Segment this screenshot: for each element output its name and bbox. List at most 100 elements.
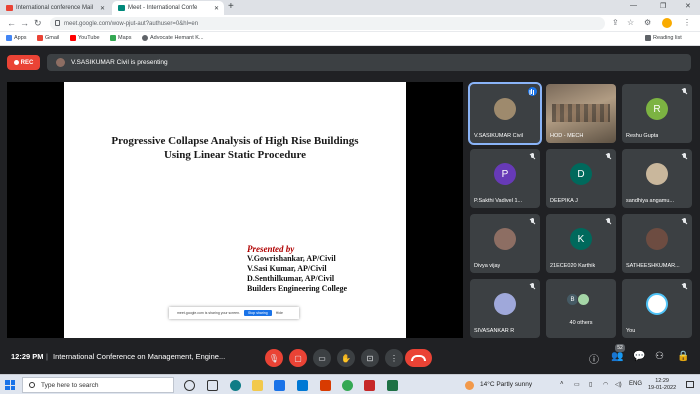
more-options-button[interactable]: ⋮ [385,349,403,367]
mic-off-icon [681,153,687,160]
presenter-line: V.Sasi Kumar, AP/Civil [247,264,327,273]
cortana-icon[interactable] [184,380,195,391]
battery-icon[interactable]: ▯ [589,381,592,388]
info-icon[interactable]: ⓘ [589,351,599,366]
presentation-slide: Progressive Collapse Analysis of High Ri… [64,82,406,338]
bookmark-advocate[interactable]: Advocate Hemant K... [142,35,204,41]
chat-icon[interactable]: 💬 [633,351,645,362]
new-tab-button[interactable]: + [228,1,234,12]
task-view-icon[interactable] [207,380,218,391]
reading-list[interactable]: Reading list [645,35,682,41]
tab-meet[interactable]: Meet - International Confe ✕ [112,1,224,15]
participant-tile[interactable]: K 21ECE020 Karthik [546,214,616,273]
camera-toggle-button[interactable]: ▢ [289,349,307,367]
presented-by-label: Presented by [247,244,295,254]
mcafee-icon[interactable] [364,380,375,391]
gmail-icon [37,35,43,41]
store-icon[interactable] [274,380,285,391]
gmail-icon [6,5,13,11]
mail-icon[interactable] [297,380,308,391]
bookmark-apps[interactable]: Apps [6,35,27,41]
participant-tile[interactable]: V.SASIKUMAR Civil [468,82,542,145]
bookmark-youtube[interactable]: YouTube [70,35,100,41]
bookmark-maps[interactable]: Maps [110,35,131,41]
close-icon[interactable]: ✕ [100,5,105,12]
stop-sharing-button[interactable]: Stop sharing [244,310,272,316]
excel-icon[interactable] [387,380,398,391]
participant-avatar [646,163,668,185]
presenter-line: D.Senthilkumar, AP/Civil [247,274,335,283]
network-icon[interactable]: ▭ [574,381,580,388]
participant-avatar: D [570,163,592,185]
mic-off-icon [681,88,687,95]
tab-label: International conference Mail [16,5,94,11]
participant-avatar [494,98,516,120]
slide-title: Progressive Collapse Analysis of High Ri… [111,135,359,161]
host-controls-icon[interactable]: 🔒 [677,351,689,362]
hide-button[interactable]: Hide [276,311,283,315]
participant-tile[interactable]: R Reshu Gupta [622,84,692,143]
meet-icon [118,5,125,11]
search-icon [29,382,35,388]
participant-tile[interactable]: HOD - MECH [546,84,616,143]
share-icon[interactable]: ⇪ [612,18,619,27]
wifi-icon[interactable]: ◠ [603,381,608,388]
minimize-icon[interactable]: — [630,2,637,9]
menu-icon[interactable]: ⋮ [683,18,691,27]
people-icon[interactable]: 👥 [611,351,623,362]
participant-tile[interactable]: SIVASANKAR R [470,279,540,338]
mic-off-icon [681,218,687,225]
youtube-icon [70,35,76,41]
participant-tile[interactable]: sandhiya angamu... [622,149,692,208]
participant-avatar: K [570,228,592,250]
meet-stage: REC V.SASIKUMAR Civil is presenting Prog… [0,47,700,371]
url-field[interactable]: meet.google.com/wow-pjut-aut?authuser=0&… [50,17,605,30]
taskbar-search-input[interactable]: Type here to search [22,377,174,393]
participant-avatar [494,228,516,250]
participant-tile[interactable]: P P.Sakthi Vadivel 1... [470,149,540,208]
participant-tile[interactable]: Divya vijay [470,214,540,273]
forward-icon[interactable]: → [20,18,29,28]
participant-tile[interactable]: D DEEPIKA J [546,149,616,208]
profile-avatar[interactable] [662,18,672,28]
bookmark-gmail[interactable]: Gmail [37,35,59,41]
language-indicator[interactable]: ENG [629,381,642,387]
restore-icon[interactable]: ❐ [660,2,666,10]
reading-list-icon [645,35,651,41]
extensions-icon[interactable]: ⚙ [644,18,651,27]
system-clock[interactable]: 12:29 19-01-2022 [648,378,676,392]
participant-tile[interactable]: SATHEESHKUMAR... [622,214,692,273]
presenter-line: V.Gowrishankar, AP/Civil [247,254,336,263]
address-bar: ← → ↻ meet.google.com/wow-pjut-aut?authu… [0,15,700,32]
participant-avatar: P [494,163,516,185]
file-explorer-icon[interactable] [252,380,263,391]
mic-toggle-button[interactable]: 🎙 [265,349,283,367]
back-icon[interactable]: ← [7,18,16,28]
activities-icon[interactable]: ⚇ [655,351,664,362]
screen-share-notice: meet.google.com is sharing your screen. … [169,307,299,319]
url-text: meet.google.com/wow-pjut-aut?authuser=0&… [64,20,199,27]
captions-button[interactable]: ▭ [313,349,331,367]
presenting-banner: V.SASIKUMAR Civil is presenting [47,54,691,71]
close-icon[interactable]: ✕ [214,5,219,12]
shared-screen: Progressive Collapse Analysis of High Ri… [7,82,463,338]
edge-icon[interactable] [230,380,241,391]
tab-gmail[interactable]: International conference Mail ✕ [0,1,110,15]
reload-icon[interactable]: ↻ [34,18,42,29]
notification-icon[interactable] [686,381,694,388]
volume-icon[interactable]: ◁) [615,381,622,388]
office-icon[interactable] [320,380,331,391]
leave-call-button[interactable] [405,349,432,367]
weather-icon[interactable] [465,381,474,390]
chrome-icon[interactable] [342,380,353,391]
chevron-up-icon[interactable]: ˄ [560,381,564,387]
others-tile[interactable]: B 40 others [546,279,616,338]
captions-icon: ▭ [318,353,326,363]
self-tile[interactable]: You [622,279,692,338]
bookmark-star-icon[interactable]: ☆ [627,18,634,27]
present-button[interactable]: ⊡ [361,349,379,367]
raise-hand-button[interactable]: ✋ [337,349,355,367]
windows-start-icon[interactable] [5,380,15,390]
close-window-icon[interactable]: ✕ [685,2,691,10]
participant-avatar [494,293,516,315]
